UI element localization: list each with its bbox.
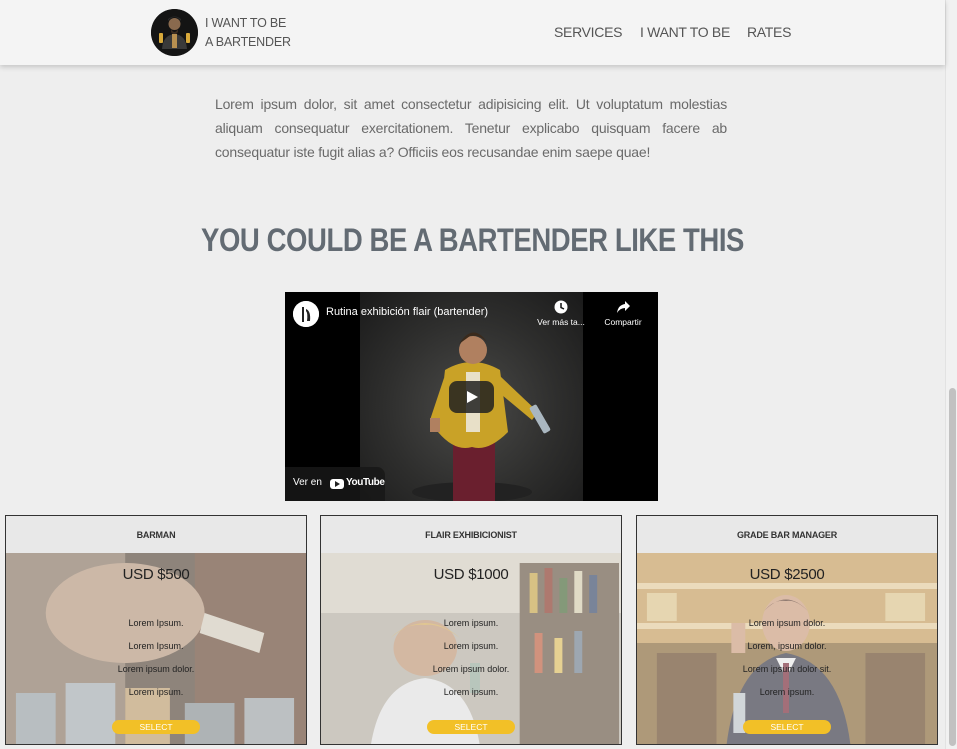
page-scrollbar[interactable]	[945, 0, 957, 749]
brand-logo[interactable]	[151, 9, 198, 56]
card-feature: Lorem ipsum.	[443, 641, 499, 651]
navbar: I WANT TO BE A BARTENDER SERVICES I WANT…	[0, 0, 945, 65]
page-title: YOU COULD BE A BARTENDER LIKE THIS	[201, 222, 744, 258]
share-icon	[616, 301, 630, 313]
watch-later-label: Ver más ta...	[537, 317, 585, 327]
youtube-wordmark: YouTube	[346, 477, 385, 488]
nav-link-rates[interactable]: RATES	[747, 24, 791, 40]
channel-avatar-icon	[293, 301, 319, 327]
card-feature: Lorem ipsum dolor.	[748, 618, 826, 628]
watch-on-label: Ver en	[293, 477, 322, 488]
select-flair-exhibicionist-button[interactable]: SELECT	[427, 720, 515, 734]
card-price: USD $500	[122, 566, 190, 583]
card-feature-list: Lorem ipsum dolor. Lorem, ipsum dolor. L…	[637, 616, 937, 708]
select-grade-bar-manager-button[interactable]: SELECT	[743, 720, 831, 734]
card-price: USD $1000	[433, 566, 509, 583]
share-label: Compartir	[604, 317, 642, 327]
watch-later-button[interactable]: Ver más ta...	[535, 300, 587, 327]
card-feature-list: Lorem Ipsum. Lorem Ipsum. Lorem ipsum do…	[6, 616, 306, 708]
nav-link-i-want-to-be[interactable]: I WANT TO BE	[640, 24, 730, 40]
pricing-card-barman: BARMAN USD $500 Lorem Ipsum. Lorem Ipsum…	[5, 515, 307, 745]
card-feature: Lorem ipsum.	[128, 687, 184, 697]
scrollbar-thumb[interactable]	[949, 388, 956, 746]
card-feature: Lorem ipsum.	[443, 618, 499, 628]
intro-paragraph: Lorem ipsum dolor, sit amet consectetur …	[215, 96, 727, 160]
card-feature: Lorem ipsum.	[443, 687, 499, 697]
card-feature: Lorem ipsum dolor.	[432, 664, 510, 674]
card-feature-list: Lorem ipsum. Lorem ipsum. Lorem ipsum do…	[321, 616, 621, 708]
card-title: GRADE BAR MANAGER	[637, 516, 937, 553]
pricing-card-grade-bar-manager: GRADE BAR MANAGER USD $2500 Lorem ipsum …	[636, 515, 938, 745]
card-feature: Lorem ipsum dolor sit.	[742, 664, 832, 674]
select-barman-button[interactable]: SELECT	[112, 720, 200, 734]
brand-line-2: A BARTENDER	[205, 35, 291, 49]
share-button[interactable]: Compartir	[599, 300, 647, 327]
clock-icon	[554, 300, 568, 314]
watch-on-youtube-link[interactable]: Ver en YouTube	[285, 467, 385, 501]
bartender-logo-icon	[151, 9, 198, 56]
video-title[interactable]: Rutina exhibición flair (bartender)	[326, 306, 488, 318]
card-price: USD $2500	[749, 566, 825, 583]
play-button[interactable]	[449, 381, 494, 413]
youtube-logo-icon	[330, 479, 344, 489]
brand-name[interactable]: I WANT TO BE A BARTENDER	[205, 14, 291, 52]
channel-avatar[interactable]	[293, 301, 319, 327]
youtube-video-embed[interactable]: Rutina exhibición flair (bartender) Ver …	[285, 292, 658, 501]
card-feature: Lorem Ipsum.	[128, 618, 184, 628]
card-feature: Lorem Ipsum.	[128, 641, 184, 651]
card-title: FLAIR EXHIBICIONIST	[321, 516, 621, 553]
card-feature: Lorem ipsum.	[759, 687, 815, 697]
pricing-card-flair-exhibicionist: FLAIR EXHIBICIONIST USD $1000 Lorem ipsu…	[320, 515, 622, 745]
card-feature: Lorem, ipsum dolor.	[747, 641, 827, 651]
brand-line-1: I WANT TO BE	[205, 16, 287, 30]
nav-link-services[interactable]: SERVICES	[554, 24, 622, 40]
card-title: BARMAN	[6, 516, 306, 553]
card-feature: Lorem ipsum dolor.	[117, 664, 195, 674]
